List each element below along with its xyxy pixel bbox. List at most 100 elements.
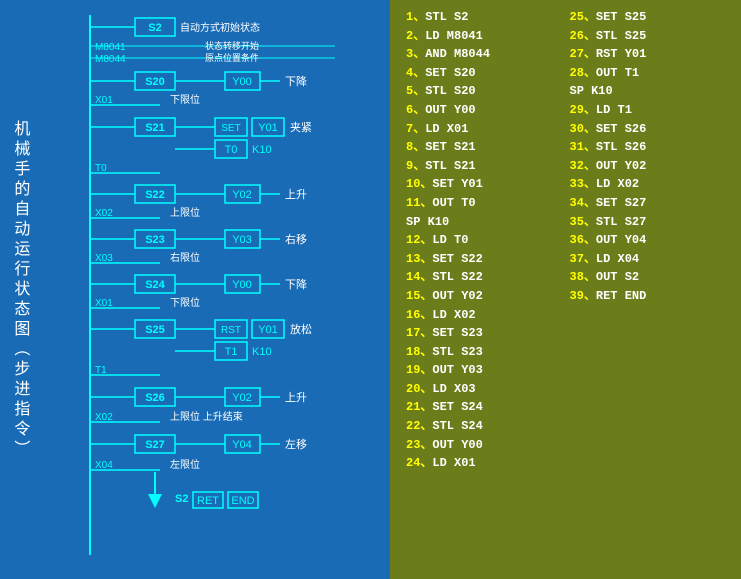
code-line: 20、LD X03 (406, 380, 562, 399)
code-line: 9、STL S21 (406, 157, 562, 176)
svg-text:自动方式初始状态: 自动方式初始状态 (180, 21, 260, 34)
code-line: SP K10 (406, 213, 562, 232)
svg-text:下限位: 下限位 (170, 296, 200, 309)
code-line: 10、SET Y01 (406, 175, 562, 194)
svg-text:Y01: Y01 (258, 324, 278, 336)
svg-text:S25: S25 (145, 324, 165, 336)
svg-text:S23: S23 (145, 234, 165, 246)
code-line: 12、LD T0 (406, 231, 562, 250)
svg-text:左移: 左移 (285, 438, 307, 451)
code-line: 7、LD X01 (406, 120, 562, 139)
svg-text:放松: 放松 (290, 322, 312, 336)
code-col-2: 25、SET S2526、STL S2527、RST Y0128、OUT T1 … (566, 8, 730, 571)
code-line: 34、SET S27 (570, 194, 726, 213)
code-line: 37、LD X04 (570, 250, 726, 269)
code-line: 23、OUT Y00 (406, 436, 562, 455)
svg-text:X01: X01 (95, 95, 113, 106)
svg-text:S2: S2 (148, 22, 161, 34)
svg-text:T0: T0 (225, 144, 238, 156)
code-line: 21、SET S24 (406, 398, 562, 417)
code-line: 29、LD T1 (570, 101, 726, 120)
code-line: 38、OUT S2 (570, 268, 726, 287)
ladder-diagram: S2 自动方式初始状态 M8041 M8044 状态转移开始 原点位置条件 S2… (60, 10, 380, 565)
code-line: 6、OUT Y00 (406, 101, 562, 120)
code-line: 30、SET S26 (570, 120, 726, 139)
code-line: 18、STL S23 (406, 343, 562, 362)
svg-text:夹紧: 夹紧 (290, 121, 312, 134)
svg-text:下限位: 下限位 (170, 93, 200, 106)
code-line: 19、OUT Y03 (406, 361, 562, 380)
svg-text:Y03: Y03 (232, 234, 252, 246)
svg-text:Y02: Y02 (232, 392, 252, 404)
code-line: 28、OUT T1 (570, 64, 726, 83)
code-line: 24、LD X01 (406, 454, 562, 473)
code-line: 33、LD X02 (570, 175, 726, 194)
svg-text:左限位: 左限位 (170, 458, 200, 471)
code-line: SP K10 (570, 82, 726, 101)
svg-text:K10: K10 (252, 346, 272, 358)
svg-text:Y04: Y04 (232, 439, 252, 451)
code-line: 4、SET S20 (406, 64, 562, 83)
right-panel: 1、STL S22、LD M80413、AND M80444、SET S205、… (390, 0, 741, 579)
svg-text:Y01: Y01 (258, 122, 278, 134)
side-title: 机械手的自动运行状态图（步进指令） (8, 120, 30, 460)
svg-text:END: END (231, 495, 254, 507)
svg-text:Y00: Y00 (232, 279, 252, 291)
code-line: 39、RET END (570, 287, 726, 306)
svg-text:RET: RET (197, 495, 219, 507)
code-line: 26、STL S25 (570, 27, 726, 46)
diagram-area: S2 自动方式初始状态 M8041 M8044 状态转移开始 原点位置条件 S2… (60, 10, 380, 565)
code-line: 2、LD M8041 (406, 27, 562, 46)
svg-text:RST: RST (221, 325, 241, 336)
svg-text:右移: 右移 (285, 232, 307, 246)
svg-text:S24: S24 (145, 279, 165, 291)
svg-text:状态转移开始: 状态转移开始 (205, 40, 259, 51)
svg-text:S22: S22 (145, 189, 165, 201)
svg-text:原点位置条件: 原点位置条件 (205, 52, 259, 63)
code-line: 35、STL S27 (570, 213, 726, 232)
code-line: 15、OUT Y02 (406, 287, 562, 306)
left-panel: 机械手的自动运行状态图（步进指令） S2 自动方式初始状态 M8041 M804… (0, 0, 390, 579)
svg-text:下降: 下降 (285, 277, 307, 291)
code-line: 5、STL S20 (406, 82, 562, 101)
code-columns: 1、STL S22、LD M80413、AND M80444、SET S205、… (402, 8, 729, 571)
code-line: 1、STL S2 (406, 8, 562, 27)
svg-text:S20: S20 (145, 76, 165, 88)
code-line: 31、STL S26 (570, 138, 726, 157)
svg-text:X04: X04 (95, 460, 113, 471)
code-line: 25、SET S25 (570, 8, 726, 27)
code-line: 36、OUT Y04 (570, 231, 726, 250)
svg-text:S2: S2 (175, 493, 188, 505)
svg-text:T1: T1 (95, 365, 107, 376)
svg-text:M8044: M8044 (95, 54, 126, 65)
svg-text:上限位: 上限位 (170, 206, 200, 219)
code-col-1: 1、STL S22、LD M80413、AND M80444、SET S205、… (402, 8, 566, 571)
svg-text:上升: 上升 (285, 188, 307, 201)
code-line: 3、AND M8044 (406, 45, 562, 64)
svg-text:X02: X02 (95, 412, 113, 423)
code-line: 14、STL S22 (406, 268, 562, 287)
code-line: 32、OUT Y02 (570, 157, 726, 176)
code-line: 27、RST Y01 (570, 45, 726, 64)
svg-text:Y00: Y00 (232, 76, 252, 88)
svg-text:右限位: 右限位 (170, 251, 200, 264)
svg-text:S21: S21 (145, 122, 165, 134)
svg-text:上升: 上升 (285, 391, 307, 404)
code-line: 22、STL S24 (406, 417, 562, 436)
svg-text:M8041: M8041 (95, 42, 126, 53)
svg-text:上限位 上升结束: 上限位 上升结束 (170, 410, 243, 423)
code-line: 11、OUT T0 (406, 194, 562, 213)
svg-text:S27: S27 (145, 439, 165, 451)
svg-text:Y02: Y02 (232, 189, 252, 201)
svg-text:K10: K10 (252, 144, 272, 156)
svg-text:T1: T1 (225, 346, 238, 358)
svg-text:X02: X02 (95, 208, 113, 219)
svg-text:X03: X03 (95, 253, 113, 264)
code-line: 16、LD X02 (406, 306, 562, 325)
svg-text:T0: T0 (95, 163, 107, 174)
svg-text:下降: 下降 (285, 74, 307, 88)
code-line: 13、SET S22 (406, 250, 562, 269)
code-line: 17、SET S23 (406, 324, 562, 343)
code-line: 8、SET S21 (406, 138, 562, 157)
svg-text:SET: SET (221, 123, 240, 134)
